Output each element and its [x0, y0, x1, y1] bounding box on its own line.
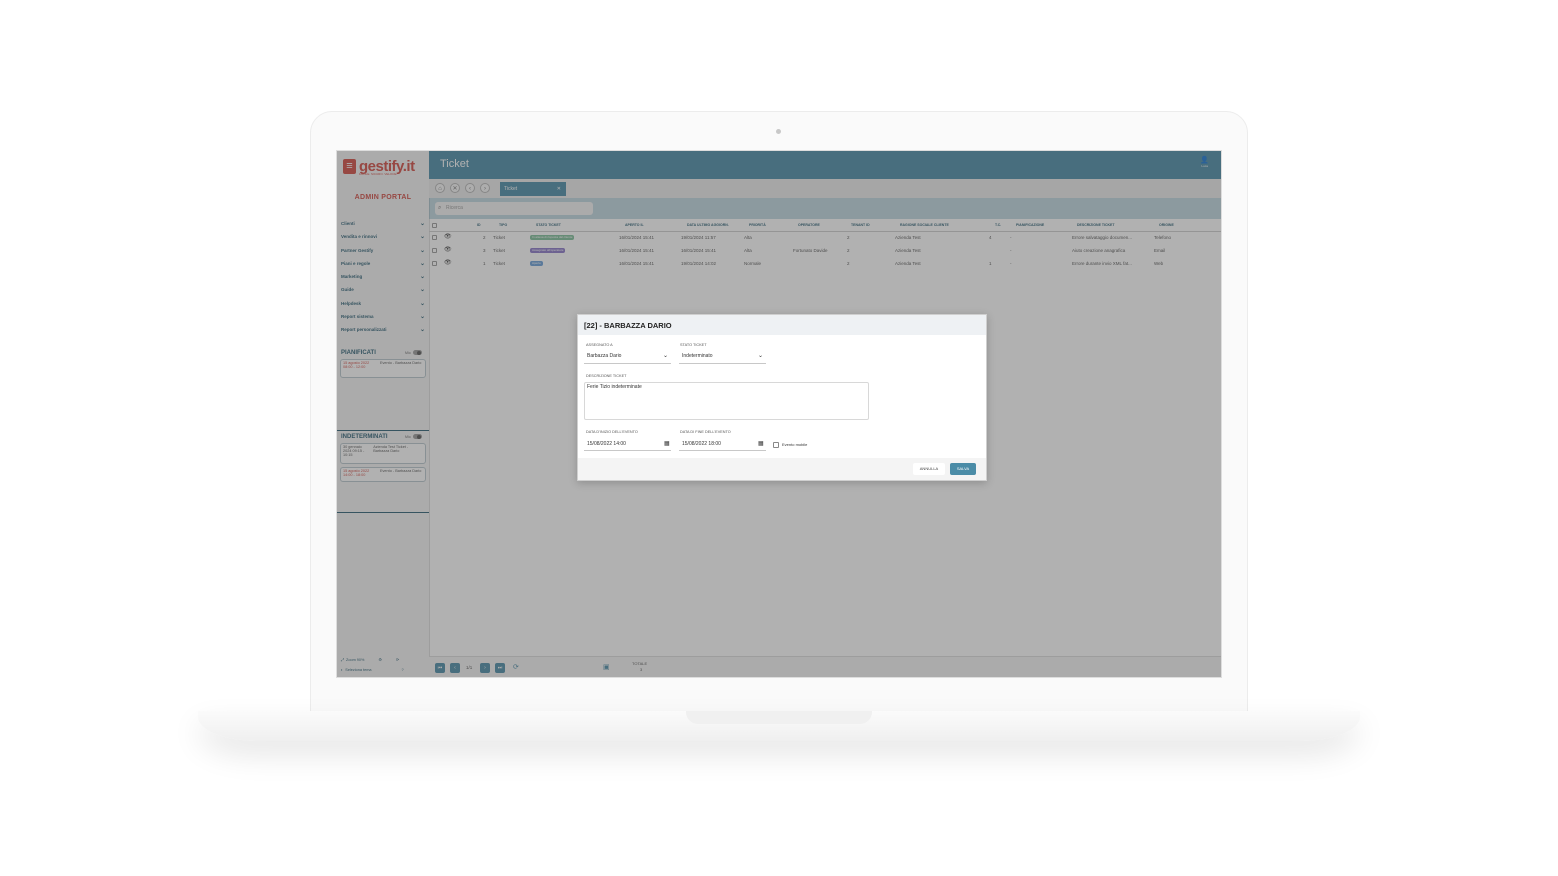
field-underline — [584, 450, 671, 451]
stato-select[interactable]: Indeterminato — [682, 353, 713, 359]
evento-mobile-checkbox[interactable] — [773, 442, 779, 448]
modal-footer: ANNULLA SALVA — [578, 458, 986, 480]
field-underline — [679, 363, 766, 364]
fine-input[interactable]: 15/08/2022 18:00 — [682, 441, 721, 447]
calendar-icon[interactable]: ▦ — [664, 440, 670, 447]
modal-title: [22] - BARBAZZA DARIO — [584, 321, 672, 330]
screen: ≡ gestify.it FACILE. SICURO. VELOCE. ADM… — [336, 150, 1222, 678]
inizio-input[interactable]: 15/08/2022 14:00 — [587, 441, 626, 447]
inizio-label: DATA D'INIZIO DELL'EVENTO — [586, 430, 638, 434]
calendar-icon[interactable]: ▦ — [758, 440, 764, 447]
stato-label: STATO TICKET — [680, 343, 707, 347]
fine-label: DATA DI FINE DELL'EVENTO — [680, 430, 731, 434]
field-underline — [679, 450, 766, 451]
salva-button[interactable]: SALVA — [950, 463, 976, 475]
chevron-down-icon[interactable]: ⌄ — [663, 352, 668, 359]
evento-mobile-label: Evento mobile — [782, 442, 808, 447]
assegnato-select[interactable]: Barbazza Dario — [587, 353, 621, 359]
camera — [776, 129, 781, 134]
assegnato-label: ASSEGNATO A — [586, 343, 613, 347]
chevron-down-icon[interactable]: ⌄ — [758, 352, 763, 359]
ticket-modal: [22] - BARBAZZA DARIO ASSEGNATO A Barbaz… — [577, 314, 987, 481]
laptop-notch — [686, 711, 872, 724]
descrizione-value: Ferie Tizio indeterminate — [587, 384, 642, 390]
descrizione-label: DESCRIZIONE TICKET — [586, 374, 627, 378]
modal-header: [22] - BARBAZZA DARIO — [578, 315, 986, 335]
annulla-button[interactable]: ANNULLA — [913, 463, 945, 475]
field-underline — [584, 363, 671, 364]
